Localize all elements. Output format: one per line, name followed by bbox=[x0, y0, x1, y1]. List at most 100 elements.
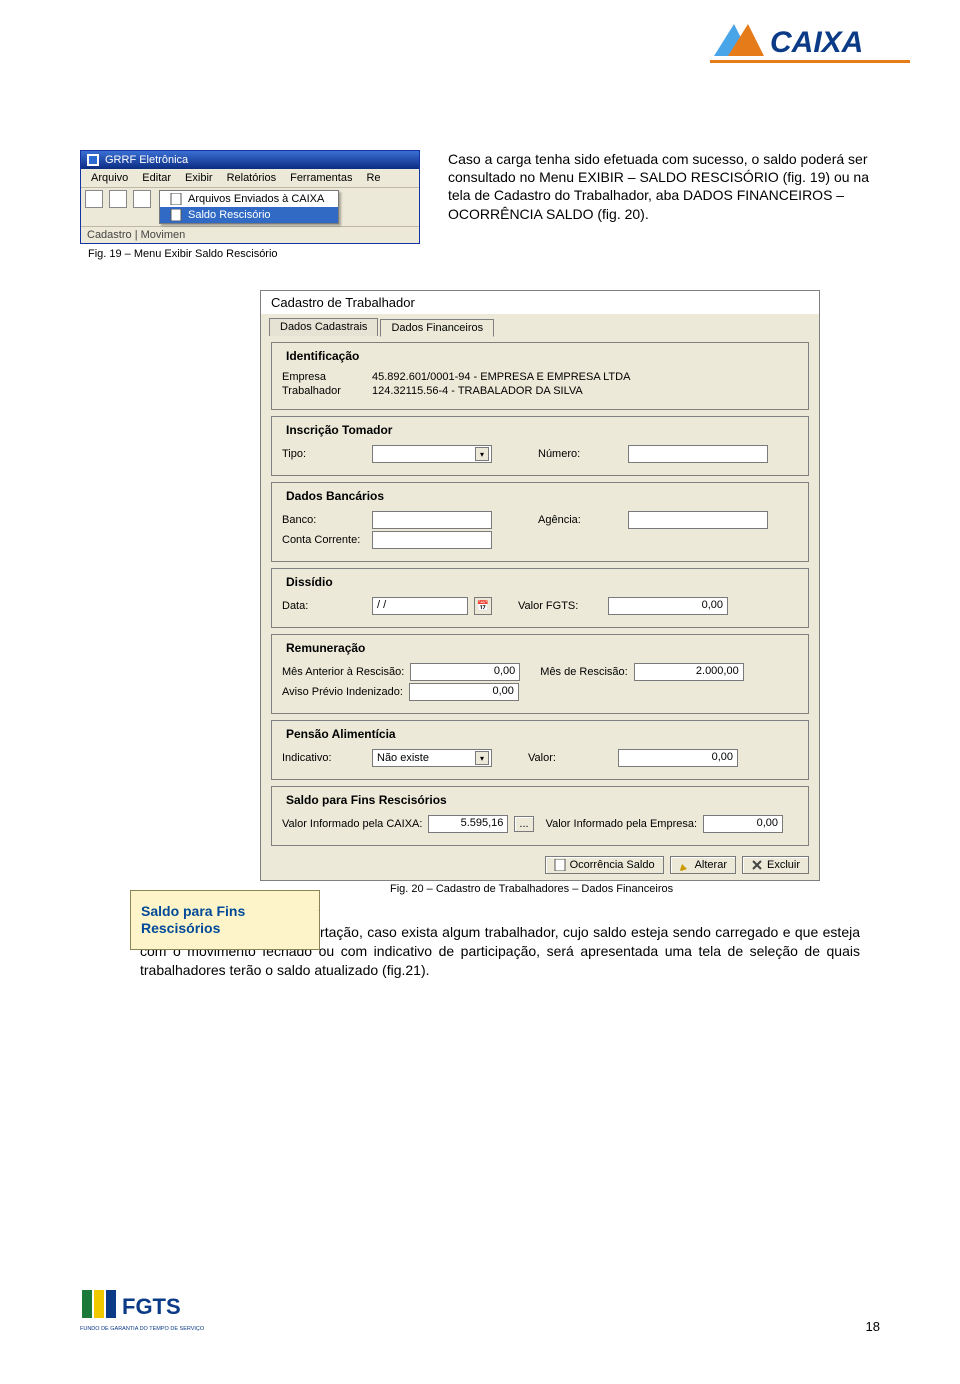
doc-icon bbox=[554, 859, 566, 871]
button-alterar[interactable]: Alterar bbox=[670, 856, 736, 874]
doc-icon bbox=[170, 193, 182, 205]
menu-re[interactable]: Re bbox=[360, 171, 386, 185]
titlebar: GRRF Eletrônica bbox=[81, 151, 419, 169]
caixa-logo-text: CAIXA bbox=[770, 26, 863, 59]
callout-connector bbox=[318, 910, 508, 912]
caixa-logo: CAIXA bbox=[710, 16, 910, 64]
caption-fig20: Fig. 20 – Cadastro de Trabalhadores – Da… bbox=[390, 883, 840, 895]
label-banco: Banco: bbox=[282, 514, 366, 526]
menu-relatorios[interactable]: Relatórios bbox=[221, 171, 283, 185]
paragraph-1: Caso a carga tenha sido efetuada com suc… bbox=[448, 150, 880, 223]
fieldset-pensao: Pensão Alimentícia Indicativo: Não exist… bbox=[271, 720, 809, 780]
submenu-item-saldo-rescisorio[interactable]: Saldo Rescisório bbox=[160, 207, 338, 223]
label-trabalhador: Trabalhador bbox=[282, 385, 366, 397]
label-numero: Número: bbox=[538, 448, 622, 460]
legend-bancarios: Dados Bancários bbox=[282, 489, 388, 503]
legend-pensao: Pensão Alimentícia bbox=[282, 727, 400, 741]
label-data: Data: bbox=[282, 600, 366, 612]
button-label: Excluir bbox=[767, 859, 800, 871]
value-empresa: 45.892.601/0001-94 - EMPRESA E EMPRESA L… bbox=[372, 371, 630, 383]
toolbar: Arquivos Enviados à CAIXA Saldo Rescisór… bbox=[81, 188, 419, 227]
page-number: 18 bbox=[866, 1319, 880, 1334]
fieldset-tomador: Inscrição Tomador Tipo: ▾ Número: bbox=[271, 416, 809, 476]
button-ocorrencia-saldo[interactable]: Ocorrência Saldo bbox=[545, 856, 664, 874]
edit-icon bbox=[679, 859, 691, 871]
menubar[interactable]: Arquivo Editar Exibir Relatórios Ferrame… bbox=[81, 169, 419, 188]
button-excluir[interactable]: Excluir bbox=[742, 856, 809, 874]
select-indicativo-value: Não existe bbox=[377, 752, 429, 764]
submenu-exibir: Arquivos Enviados à CAIXA Saldo Rescisór… bbox=[159, 190, 339, 224]
label-mes-anterior: Mês Anterior à Rescisão: bbox=[282, 666, 404, 678]
input-data[interactable]: / / bbox=[372, 597, 468, 615]
label-conta: Conta Corrente: bbox=[282, 534, 366, 546]
legend-identificacao: Identificação bbox=[282, 349, 363, 363]
callout-saldo-fins-rescisorios: Saldo para Fins Rescisórios bbox=[130, 890, 320, 950]
status-line: Cadastro | Movimen bbox=[81, 227, 419, 243]
input-mes-rescisao[interactable]: 2.000,00 bbox=[634, 663, 744, 681]
label-valor-empresa: Valor Informado pela Empresa: bbox=[546, 818, 697, 830]
tabs: Dados Cadastrais Dados Financeiros bbox=[261, 314, 819, 336]
label-agencia: Agência: bbox=[538, 514, 622, 526]
tab-dados-cadastrais[interactable]: Dados Cadastrais bbox=[269, 318, 378, 336]
tab-dados-financeiros[interactable]: Dados Financeiros bbox=[380, 319, 494, 337]
label-mes-rescisao: Mês de Rescisão: bbox=[540, 666, 627, 678]
fgts-logo: FGTS FUNDO DE GARANTIA DO TEMPO DE SERVI… bbox=[80, 1284, 230, 1334]
submenu-item-label: Arquivos Enviados à CAIXA bbox=[188, 193, 324, 205]
legend-tomador: Inscrição Tomador bbox=[282, 423, 396, 437]
fieldset-saldo-rescisorio: Saldo para Fins Rescisórios Valor Inform… bbox=[271, 786, 809, 846]
button-more-caixa[interactable]: ... bbox=[514, 816, 533, 832]
input-valor-caixa[interactable]: 5.595,16 bbox=[428, 815, 508, 833]
menu-editar[interactable]: Editar bbox=[136, 171, 177, 185]
value-trabalhador: 124.32115.56-4 - TRABALADOR DA SILVA bbox=[372, 385, 583, 397]
window-title-2: Cadastro de Trabalhador bbox=[261, 291, 819, 314]
close-icon bbox=[751, 859, 763, 871]
fgts-subtitle: FUNDO DE GARANTIA DO TEMPO DE SERVIÇO bbox=[80, 1326, 205, 1332]
label-valor-caixa: Valor Informado pela CAIXA: bbox=[282, 818, 422, 830]
label-tipo: Tipo: bbox=[282, 448, 366, 460]
input-numero[interactable] bbox=[628, 445, 768, 463]
button-row: Ocorrência Saldo Alterar Excluir bbox=[261, 852, 819, 874]
fieldset-identificacao: Identificação Empresa 45.892.601/0001-94… bbox=[271, 342, 809, 410]
label-valor-fgts: Valor FGTS: bbox=[518, 600, 602, 612]
app-icon bbox=[87, 154, 99, 166]
input-aviso-previo[interactable]: 0,00 bbox=[409, 683, 519, 701]
select-tipo[interactable]: ▾ bbox=[372, 445, 492, 463]
input-valor-empresa[interactable]: 0,00 bbox=[703, 815, 783, 833]
input-valor-pensao[interactable]: 0,00 bbox=[618, 749, 738, 767]
submenu-item-label: Saldo Rescisório bbox=[188, 209, 271, 221]
window-title: GRRF Eletrônica bbox=[105, 154, 188, 166]
submenu-item-arquivos-enviados[interactable]: Arquivos Enviados à CAIXA bbox=[160, 191, 338, 207]
fieldset-bancarios: Dados Bancários Banco: Agência: Conta Co… bbox=[271, 482, 809, 562]
doc-icon bbox=[170, 209, 182, 221]
input-valor-fgts[interactable]: 0,00 bbox=[608, 597, 728, 615]
toolbar-icon-2[interactable] bbox=[109, 190, 127, 208]
menu-arquivo[interactable]: Arquivo bbox=[85, 171, 134, 185]
toolbar-icon-1[interactable] bbox=[85, 190, 103, 208]
input-mes-anterior[interactable]: 0,00 bbox=[410, 663, 520, 681]
menu-ferramentas[interactable]: Ferramentas bbox=[284, 171, 358, 185]
input-conta[interactable] bbox=[372, 531, 492, 549]
toolbar-icon-3[interactable] bbox=[133, 190, 151, 208]
legend-saldo: Saldo para Fins Rescisórios bbox=[282, 793, 451, 807]
select-indicativo[interactable]: Não existe ▾ bbox=[372, 749, 492, 767]
menu-exibir[interactable]: Exibir bbox=[179, 171, 219, 185]
screenshot-menu-exibir: GRRF Eletrônica Arquivo Editar Exibir Re… bbox=[80, 150, 420, 244]
screenshot-cadastro-trabalhador: Cadastro de Trabalhador Dados Cadastrais… bbox=[260, 290, 820, 881]
button-label: Alterar bbox=[695, 859, 727, 871]
label-empresa: Empresa bbox=[282, 371, 366, 383]
label-valor-pensao: Valor: bbox=[528, 752, 612, 764]
label-aviso-previo: Aviso Prévio Indenizado: bbox=[282, 686, 403, 698]
label-indicativo: Indicativo: bbox=[282, 752, 366, 764]
legend-dissidio: Dissídio bbox=[282, 575, 337, 589]
chevron-down-icon: ▾ bbox=[475, 447, 489, 461]
fieldset-dissidio: Dissídio Data: / / 📅 Valor FGTS: 0,00 bbox=[271, 568, 809, 628]
button-label: Ocorrência Saldo bbox=[570, 859, 655, 871]
fieldset-remuneracao: Remuneração Mês Anterior à Rescisão: 0,0… bbox=[271, 634, 809, 714]
input-banco[interactable] bbox=[372, 511, 492, 529]
caption-fig19: Fig. 19 – Menu Exibir Saldo Rescisório bbox=[88, 248, 420, 260]
legend-remuneracao: Remuneração bbox=[282, 641, 369, 655]
input-agencia[interactable] bbox=[628, 511, 768, 529]
chevron-down-icon: ▾ bbox=[475, 751, 489, 765]
fgts-text: FGTS bbox=[122, 1294, 181, 1319]
calendar-icon[interactable]: 📅 bbox=[474, 597, 492, 615]
